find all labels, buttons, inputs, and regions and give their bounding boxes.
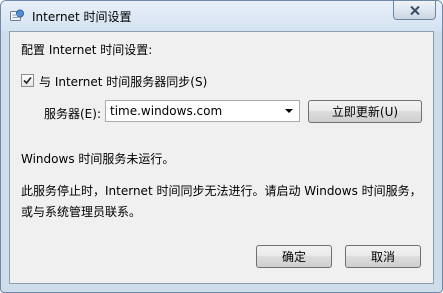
status-text: Windows 时间服务未运行。 [21,152,175,166]
close-button[interactable] [393,1,436,20]
sync-checkbox-label[interactable]: 与 Internet 时间服务器同步(S) [39,73,207,90]
ok-button[interactable]: 确定 [256,245,332,268]
info-text-line1: 此服务停止时，Internet 时间同步无法进行。请启动 Windows 时间服… [21,184,422,198]
window-title: Internet 时间设置 [32,10,132,24]
dialog-window: Internet 时间设置 配置 Internet 时间设置: 与 Intern… [0,0,443,293]
dialog-client: 配置 Internet 时间设置: 与 Internet 时间服务器同步(S) … [9,31,434,284]
clock-globe-icon [10,9,24,23]
section-header: 配置 Internet 时间设置: [21,43,153,57]
chevron-down-icon[interactable] [285,109,293,113]
server-value: time.windows.com [110,104,223,118]
sync-checkbox[interactable] [21,74,34,87]
update-now-button[interactable]: 立即更新(U) [308,100,422,123]
checkmark-icon [23,76,32,85]
server-combobox[interactable]: time.windows.com [105,100,300,122]
server-label: 服务器(E): [44,107,101,121]
title-bar: Internet 时间设置 [1,1,442,31]
cancel-button[interactable]: 取消 [345,245,421,268]
close-icon [409,5,420,15]
info-text-line2: 或与系统管理员联系。 [21,205,142,219]
